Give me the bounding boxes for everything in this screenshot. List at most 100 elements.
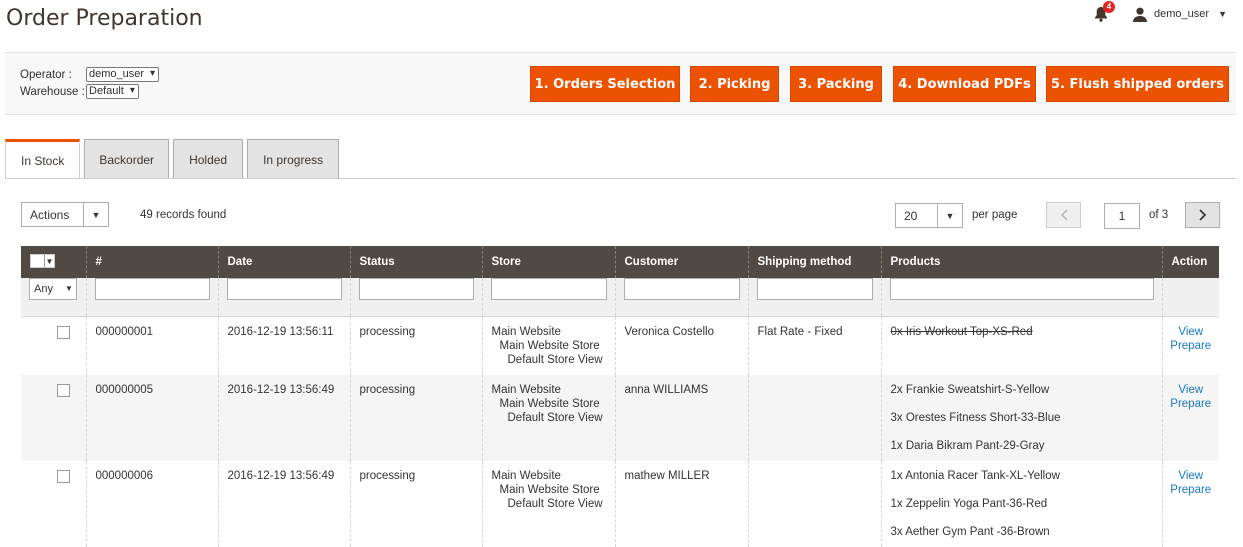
row-select-cell (21, 316, 86, 375)
customer-filter-input[interactable] (623, 278, 740, 300)
tab-in-progress[interactable]: In progress (247, 139, 340, 179)
product-line: 0x Iris Workout Top-XS-Red (890, 325, 1033, 338)
order-date: 2016-12-19 13:56:49 (217, 374, 350, 461)
order-date: 2016-12-19 13:56:11 (217, 316, 350, 375)
row-checkbox[interactable] (57, 383, 70, 397)
next-page-button[interactable] (1185, 202, 1220, 228)
page-number-input[interactable]: 1 (1104, 203, 1140, 229)
order-actions: View Prepare (1161, 460, 1220, 547)
table-row: 000000005 2016-12-19 13:56:49 processing… (21, 374, 1220, 461)
order-status: processing (349, 460, 482, 547)
warehouse-label: Warehouse : (20, 85, 85, 98)
column-header-store[interactable]: Store (481, 246, 615, 278)
view-order-link[interactable]: View (1163, 325, 1220, 339)
store-filter-input[interactable] (490, 278, 607, 300)
row-checkbox[interactable] (57, 469, 70, 483)
table-row: 000000001 2016-12-19 13:56:11 processing… (21, 316, 1219, 375)
tabs-divider (5, 178, 1236, 179)
date-filter-input[interactable] (226, 278, 342, 300)
chevron-left-icon (1060, 209, 1068, 221)
filter-cell (747, 278, 881, 317)
chevron-right-icon (1198, 209, 1206, 221)
store-website: Main Website (491, 325, 561, 338)
column-header-shipping-method[interactable]: Shipping method (747, 246, 881, 278)
orders-grid: ▼ # Date Status Store Customer Shipping … (21, 246, 1219, 547)
row-select-cell (21, 461, 86, 547)
filter-cell (614, 278, 748, 317)
view-order-link[interactable]: View (1163, 469, 1220, 483)
order-store: Main Website Main Website Store Default … (481, 316, 615, 375)
column-header-products[interactable]: Products (880, 246, 1162, 278)
mass-actions-select[interactable]: Actions ▼ (21, 202, 109, 227)
chevron-down-icon: ▼ (65, 284, 73, 293)
products-filter-input[interactable] (889, 278, 1154, 300)
select-all-header: ▼ (21, 246, 86, 278)
selection-filter-select[interactable]: Any ▼ (29, 278, 77, 300)
filter-cell (481, 278, 615, 317)
order-number: 000000005 (85, 374, 218, 461)
store-group: Main Website Store (499, 397, 600, 410)
records-found: 49 records found (140, 209, 227, 221)
prepare-order-link[interactable]: Prepare (1163, 483, 1220, 497)
order-store: Main Website Main Website Store Default … (481, 374, 615, 461)
view-order-link[interactable]: View (1163, 383, 1220, 397)
order-products: 1x Antonia Racer Tank-XL-Yellow 1x Zeppe… (880, 460, 1162, 547)
chevron-down-icon: ▼ (83, 203, 108, 226)
store-website: Main Website (491, 383, 561, 396)
chevron-down-icon: ▼ (44, 255, 54, 267)
order-customer: mathew MILLER (614, 460, 748, 547)
store-group: Main Website Store (499, 483, 600, 496)
product-line: 3x Aether Gym Pant -36-Brown (890, 525, 1050, 538)
filter-cell (1161, 278, 1219, 317)
column-header-date[interactable]: Date (217, 246, 350, 278)
packing-button[interactable]: 3. Packing (790, 66, 882, 102)
filter-select-cell: Any ▼ (21, 278, 86, 317)
operator-field: Operator : demo_user (20, 67, 160, 82)
operator-label: Operator : (20, 68, 72, 81)
previous-page-button[interactable] (1046, 202, 1081, 228)
column-header-customer[interactable]: Customer (614, 246, 748, 278)
orders-selection-button[interactable]: 1. Orders Selection (530, 66, 680, 102)
flush-shipped-orders-button[interactable]: 5. Flush shipped orders (1046, 66, 1229, 102)
per-page-select[interactable]: 20 ▼ (895, 203, 963, 228)
status-filter-input[interactable] (358, 278, 474, 300)
selection-filter-value: Any (34, 283, 53, 295)
column-header-number[interactable]: # (85, 246, 218, 278)
store-view: Default Store View (507, 411, 603, 424)
tab-in-stock[interactable]: In Stock (5, 139, 81, 179)
picking-button[interactable]: 2. Picking (690, 66, 779, 102)
mass-actions-label: Actions (30, 207, 70, 222)
tab-holded[interactable]: Holded (173, 139, 244, 179)
user-icon (1133, 7, 1148, 22)
chevron-down-icon: ▼ (1218, 9, 1227, 19)
tab-backorder[interactable]: Backorder (84, 139, 170, 179)
operator-select[interactable]: demo_user (86, 67, 160, 82)
shipping-method-filter-input[interactable] (756, 278, 873, 300)
grid-header-row: ▼ # Date Status Store Customer Shipping … (21, 246, 1219, 278)
filter-cell (85, 278, 218, 317)
order-products: 2x Frankie Sweatshirt-S-Yellow 3x Oreste… (880, 374, 1162, 461)
order-number: 000000001 (85, 316, 218, 375)
header-actions: 4 demo_user ▼ (1094, 1, 1227, 22)
product-line: 1x Daria Bikram Pant-29-Gray (890, 439, 1045, 452)
order-status: processing (349, 316, 482, 375)
username-label: demo_user (1154, 8, 1210, 20)
product-line: 3x Orestes Fitness Short-33-Blue (890, 411, 1061, 424)
column-header-action: Action (1161, 246, 1219, 278)
mass-select-control[interactable]: ▼ (30, 254, 55, 268)
notifications-button[interactable]: 4 (1094, 1, 1116, 22)
column-header-status[interactable]: Status (349, 246, 482, 278)
row-checkbox[interactable] (57, 325, 70, 339)
prepare-order-link[interactable]: Prepare (1163, 397, 1220, 411)
download-pdfs-button[interactable]: 4. Download PDFs (893, 66, 1036, 102)
prepare-order-link[interactable]: Prepare (1163, 339, 1220, 353)
order-number: 000000006 (85, 460, 218, 547)
select-all-checkbox[interactable] (31, 255, 44, 267)
user-menu[interactable]: demo_user ▼ (1132, 7, 1227, 22)
number-filter-input[interactable] (94, 278, 210, 300)
order-store: Main Website Main Website Store Default … (481, 460, 615, 547)
grid-filter-row: Any ▼ (21, 278, 1219, 317)
warehouse-field: Warehouse : Default (20, 84, 139, 99)
warehouse-select[interactable]: Default (86, 84, 139, 99)
order-preparation-toolbar: Operator : demo_user Warehouse : Default… (5, 52, 1236, 115)
